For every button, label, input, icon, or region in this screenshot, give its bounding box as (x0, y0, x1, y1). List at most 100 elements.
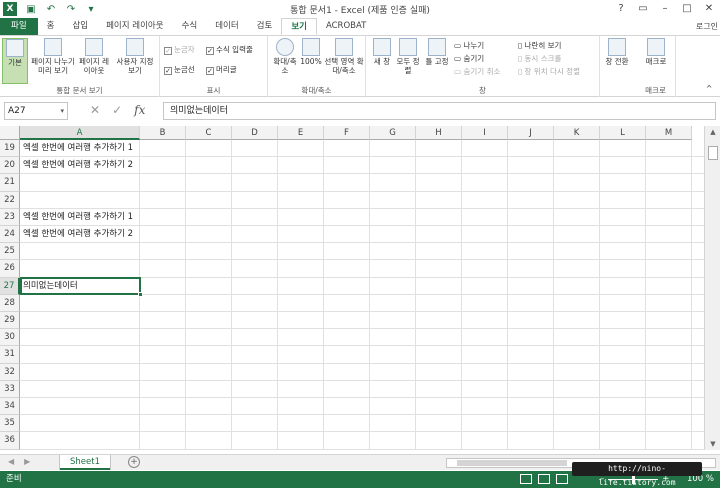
row-header-36[interactable]: 36 (0, 432, 20, 450)
fill-handle[interactable] (138, 291, 143, 297)
tab-review[interactable]: 검토 (248, 18, 282, 35)
row-header-24[interactable]: 24 (0, 226, 20, 244)
active-cell-selection[interactable] (20, 276, 143, 297)
row-header-22[interactable]: 22 (0, 191, 20, 209)
row-header-25[interactable]: 25 (0, 243, 20, 261)
row-header-32[interactable]: 32 (0, 363, 20, 381)
unhide-button[interactable]: ▭ 숨기기 취소 (454, 66, 500, 77)
custom-views-icon (126, 38, 144, 56)
macros-button[interactable]: 매크로 (640, 38, 672, 66)
column-header-c[interactable]: C (186, 126, 232, 140)
formula-bar-checkbox[interactable]: ✓ 수식 입력줄 (206, 44, 253, 55)
column-header-e[interactable]: E (278, 126, 324, 140)
split-button[interactable]: ▭ 나누기 (454, 40, 484, 51)
close-icon[interactable]: ✕ (698, 0, 720, 18)
maximize-icon[interactable]: □ (676, 0, 698, 18)
page-layout-view-icon[interactable] (538, 474, 550, 484)
cancel-icon[interactable]: ✕ (90, 103, 100, 117)
column-header-d[interactable]: D (232, 126, 278, 140)
row-header-28[interactable]: 28 (0, 294, 20, 312)
row-header-34[interactable]: 34 (0, 398, 20, 416)
column-header-j[interactable]: J (508, 126, 554, 140)
zoom-selection-button[interactable]: 선택 영역 확대/축소 (324, 38, 364, 75)
page-break-preview-button[interactable]: 페이지 나누기 미리 보기 (30, 38, 76, 75)
scroll-thumb[interactable] (708, 146, 718, 160)
headings-checkbox[interactable]: ✓ 머리글 (206, 64, 237, 75)
scroll-down-icon[interactable]: ▼ (705, 440, 720, 448)
column-header-g[interactable]: G (370, 126, 416, 140)
column-header-m[interactable]: M (646, 126, 692, 140)
row-header-27[interactable]: 27 (0, 277, 20, 295)
tab-page-layout[interactable]: 페이지 레이아웃 (97, 18, 172, 35)
row-header-20[interactable]: 20 (0, 157, 20, 175)
row-header-31[interactable]: 31 (0, 346, 20, 364)
cell-a23[interactable]: 엑셀 한번에 여러행 추가하기 1 (23, 209, 133, 226)
row-header-21[interactable]: 21 (0, 174, 20, 192)
formula-bar: A27 ▾ ✕ ✓ fx 의미없는데이터 (0, 100, 720, 122)
sheet-tab-sheet1[interactable]: Sheet1 (60, 455, 110, 470)
row-gridline (20, 379, 704, 381)
column-header-h[interactable]: H (416, 126, 462, 140)
tab-data[interactable]: 데이터 (206, 18, 247, 35)
side-by-side-button[interactable]: ▯ 나란히 보기 (518, 40, 561, 51)
tab-view[interactable]: 보기 (281, 18, 317, 35)
row-header-33[interactable]: 33 (0, 380, 20, 398)
cell-a20[interactable]: 엑셀 한번에 여러행 추가하기 2 (23, 157, 133, 174)
row-header-26[interactable]: 26 (0, 260, 20, 278)
formula-input[interactable]: 의미없는데이터 (163, 102, 716, 120)
checkbox-icon: ✓ (206, 47, 214, 55)
tab-formulas[interactable]: 수식 (173, 18, 207, 35)
row-header-29[interactable]: 29 (0, 312, 20, 330)
reset-position-button[interactable]: ▯ 창 위치 다시 정렬 (518, 66, 580, 77)
tab-file[interactable]: 파일 (0, 18, 38, 35)
insert-function-icon[interactable]: fx (134, 103, 145, 117)
ruler-checkbox[interactable]: ✓ 눈금자 (164, 44, 195, 55)
column-header-k[interactable]: K (554, 126, 600, 140)
switch-windows-button[interactable]: 창 전환 (603, 38, 631, 66)
row-header-35[interactable]: 35 (0, 415, 20, 433)
custom-views-button[interactable]: 사용자 지정 보기 (112, 38, 158, 75)
page-break-view-icon[interactable] (556, 474, 568, 484)
enter-icon[interactable]: ✓ (112, 103, 122, 117)
normal-view-icon[interactable] (520, 474, 532, 484)
select-all-corner[interactable] (0, 126, 20, 140)
name-box[interactable]: A27 ▾ (4, 102, 68, 120)
ribbon-display-icon[interactable]: ▭ (632, 0, 654, 18)
tab-home[interactable]: 홈 (38, 18, 64, 35)
freeze-panes-button[interactable]: 틀 고정 (422, 38, 452, 66)
gridlines-checkbox[interactable]: ✓ 눈금선 (164, 64, 195, 75)
arrange-all-button[interactable]: 모두 정렬 (396, 38, 420, 75)
login-link[interactable]: 로그인 (696, 18, 718, 35)
checkbox-icon: ✓ (164, 47, 172, 55)
normal-view-button[interactable]: 기본 (2, 38, 28, 84)
spreadsheet-grid[interactable]: A B C D E F G H I J K L M 19 엑셀 한번에 여러행 추가하기 1 20 엑셀 한번에… (0, 126, 704, 450)
tab-insert[interactable]: 삽입 (63, 18, 97, 35)
column-header-a[interactable]: A (20, 126, 140, 140)
vertical-scrollbar[interactable]: ▲ ▼ (704, 126, 720, 450)
row-header-23[interactable]: 23 (0, 208, 20, 226)
minimize-icon[interactable]: – (654, 0, 676, 18)
collapse-ribbon-icon[interactable]: ^ (706, 84, 712, 93)
scroll-up-icon[interactable]: ▲ (705, 128, 720, 136)
column-header-i[interactable]: I (462, 126, 508, 140)
zoom-button[interactable]: 확대/축소 (271, 38, 299, 75)
add-sheet-icon[interactable]: + (128, 456, 140, 468)
column-header-l[interactable]: L (600, 126, 646, 140)
new-window-button[interactable]: 새 창 (370, 38, 394, 66)
chevron-down-icon[interactable]: ▾ (60, 103, 64, 119)
column-header-b[interactable]: B (140, 126, 186, 140)
tab-acrobat[interactable]: ACROBAT (317, 18, 375, 35)
sheet-nav-arrows-icon[interactable]: ◀▶ (8, 457, 40, 466)
page-layout-button[interactable]: 페이지 레이아웃 (78, 38, 110, 75)
row-header-30[interactable]: 30 (0, 329, 20, 347)
column-header-f[interactable]: F (324, 126, 370, 140)
group-label-macros: 매크로 (645, 86, 666, 95)
sync-scroll-button[interactable]: ▯ 동시 스크롤 (518, 53, 561, 64)
horizontal-scroll-thumb[interactable] (457, 460, 567, 466)
cell-a24[interactable]: 엑셀 한번에 여러행 추가하기 2 (23, 226, 133, 243)
cell-a19[interactable]: 엑셀 한번에 여러행 추가하기 1 (23, 140, 133, 157)
row-header-19[interactable]: 19 (0, 140, 20, 158)
hide-button[interactable]: ▭ 숨기기 (454, 53, 484, 64)
help-icon[interactable]: ? (610, 0, 632, 18)
zoom-100-button[interactable]: 100% (300, 38, 322, 66)
